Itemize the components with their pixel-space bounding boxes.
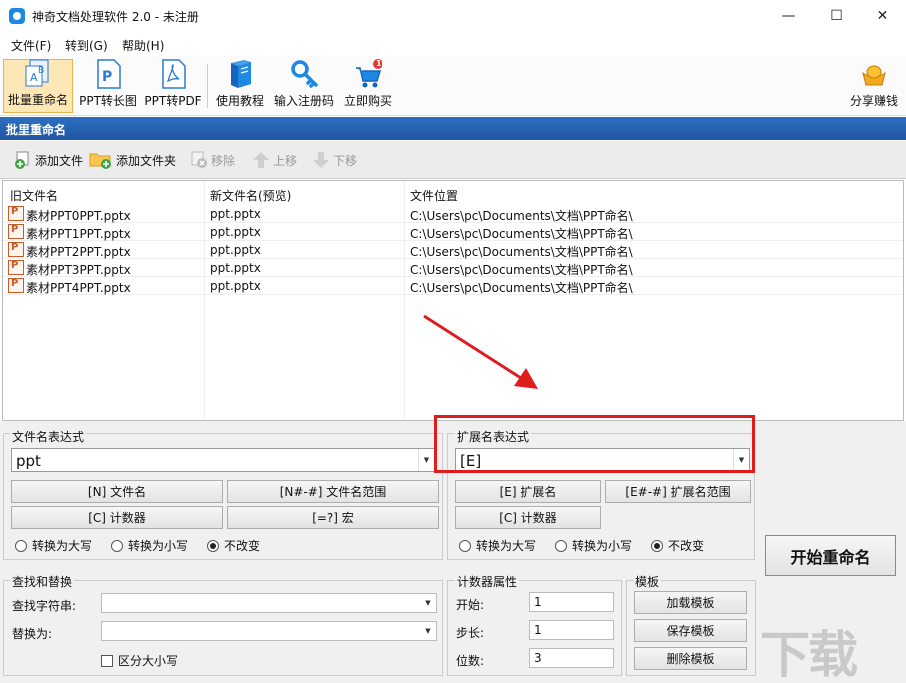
filename-unchanged-radio[interactable]: 不改变	[207, 537, 260, 554]
radio-label: 转换为小写	[572, 539, 633, 553]
filename-uppercase-radio[interactable]: 转换为大写	[15, 537, 92, 554]
counter-start-input[interactable]: 1	[529, 592, 614, 612]
chevron-down-icon[interactable]: ▼	[420, 622, 436, 640]
replace-with-label: 替换为:	[12, 627, 53, 641]
checkbox-label: 区分大小写	[118, 654, 179, 668]
radio-label: 不改变	[224, 539, 261, 553]
replace-with-combo[interactable]: ▼	[101, 621, 437, 641]
filename-expression-combo[interactable]: ppt ▼	[11, 448, 435, 472]
counter-start-label: 开始:	[456, 598, 485, 612]
counter-step-label: 步长:	[456, 626, 485, 640]
load-template-button[interactable]: 加载模板	[634, 591, 747, 614]
insert-ext-counter-button[interactable]: [C] 计数器	[455, 506, 601, 529]
radio-dot	[555, 539, 567, 552]
filename-expression-label: 文件名表达式	[10, 428, 87, 445]
filename-expression-value: ppt	[16, 452, 41, 470]
insert-extension-range-button[interactable]: [E#-#] 扩展名范围	[605, 480, 751, 503]
extension-uppercase-radio[interactable]: 转换为大写	[459, 537, 536, 554]
counter-step-input[interactable]: 1	[529, 620, 614, 640]
radio-dot-selected	[207, 539, 219, 552]
counter-digits-label: 位数:	[456, 654, 485, 668]
filename-lowercase-radio[interactable]: 转换为小写	[111, 537, 188, 554]
radio-dot	[15, 539, 27, 552]
start-rename-button[interactable]: 开始重命名	[765, 535, 896, 576]
radio-dot	[111, 539, 123, 552]
delete-template-button[interactable]: 删除模板	[634, 647, 747, 670]
radio-dot-selected	[651, 539, 663, 552]
counter-properties-label: 计数器属性	[455, 573, 520, 590]
chevron-down-icon[interactable]: ▼	[418, 449, 434, 471]
find-replace-label: 查找和替换	[10, 573, 75, 590]
radio-label: 不改变	[668, 539, 705, 553]
chevron-down-icon[interactable]: ▼	[420, 594, 436, 612]
counter-digits-input[interactable]: 3	[529, 648, 614, 668]
save-template-button[interactable]: 保存模板	[634, 619, 747, 642]
insert-extension-button[interactable]: [E] 扩展名	[455, 480, 601, 503]
case-sensitive-checkbox[interactable]: 区分大小写	[101, 652, 178, 669]
insert-filename-range-button[interactable]: [N#-#] 文件名范围	[227, 480, 439, 503]
find-string-combo[interactable]: ▼	[101, 593, 437, 613]
radio-label: 转换为大写	[32, 539, 93, 553]
watermark-logo: 下载吧	[760, 626, 858, 683]
annotation-highlight-box	[434, 415, 755, 473]
extension-lowercase-radio[interactable]: 转换为小写	[555, 537, 632, 554]
radio-dot	[459, 539, 471, 552]
extension-unchanged-radio[interactable]: 不改变	[651, 537, 704, 554]
checkbox-box	[101, 654, 113, 667]
radio-label: 转换为小写	[128, 539, 189, 553]
insert-macro-button[interactable]: [=?] 宏	[227, 506, 439, 529]
insert-filename-button[interactable]: [N] 文件名	[11, 480, 223, 503]
template-label: 模板	[633, 573, 662, 590]
find-string-label: 查找字符串:	[12, 599, 77, 613]
radio-label: 转换为大写	[476, 539, 537, 553]
insert-counter-button[interactable]: [C] 计数器	[11, 506, 223, 529]
